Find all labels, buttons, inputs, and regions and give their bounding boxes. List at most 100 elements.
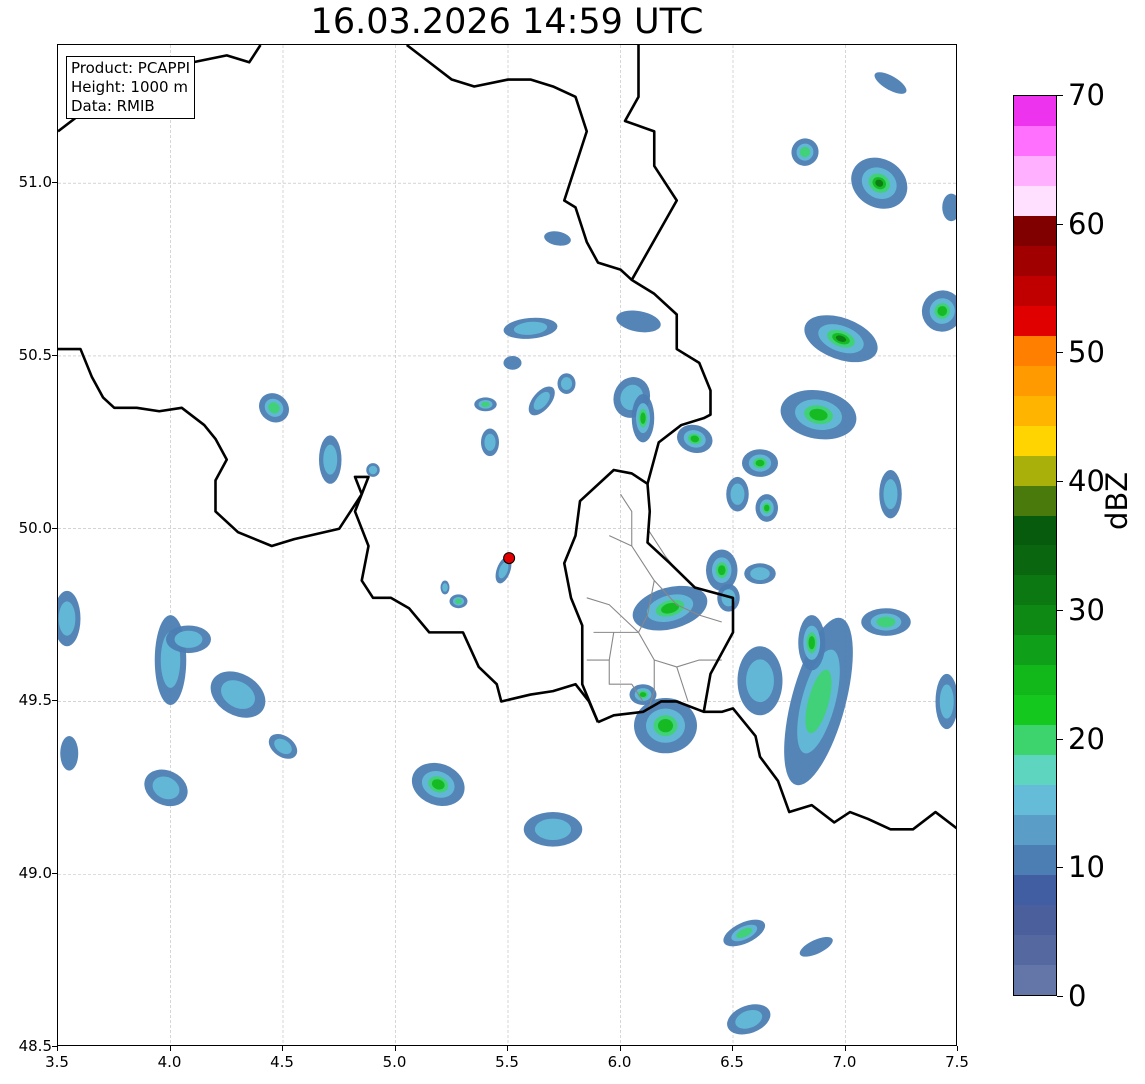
x-tick-mark-8	[957, 1046, 958, 1051]
canton-border-4	[586, 632, 615, 661]
colorbar-segment-10	[1014, 665, 1056, 696]
colorbar-segment-6	[1014, 785, 1056, 816]
echo-cell-1	[166, 625, 211, 654]
echo-cell-42	[921, 290, 956, 332]
colorbar-segment-3	[1014, 875, 1056, 906]
colorbar-tick-label-2: 20	[1068, 721, 1105, 756]
radar-site-marker	[503, 552, 516, 565]
colorbar-tick-mark-4	[1057, 481, 1063, 483]
echo-cell-28-level-1	[750, 567, 770, 581]
colorbar-tick-mark-6	[1057, 223, 1063, 225]
echo-cell-12-level-2	[481, 401, 490, 407]
colorbar-tick-mark-2	[1057, 738, 1063, 740]
echo-cell-2	[210, 671, 266, 718]
echo-cell-3	[268, 734, 298, 759]
echo-cell-41	[879, 469, 902, 519]
colorbar-tick-label-0: 0	[1068, 979, 1087, 1013]
echo-cell-27	[706, 549, 738, 591]
echo-cell-8-level-1	[323, 444, 338, 475]
echo-cell-41-level-1	[883, 479, 898, 510]
colorbar-tick-label-7: 70	[1068, 78, 1105, 112]
echo-cell-31-level-3	[639, 692, 647, 698]
echo-cell-11-level-2	[455, 598, 462, 604]
echo-cell-16	[528, 386, 555, 416]
echo-cell-32-level-1	[746, 659, 774, 703]
x-tick-mark-6	[732, 1046, 733, 1051]
echo-cell-21-level-3	[640, 412, 646, 424]
colorbar-tick-label-6: 60	[1068, 206, 1105, 241]
echo-cell-15	[503, 355, 522, 370]
echo-cell-30-level-3	[657, 719, 674, 733]
x-tick-mark-3	[394, 1046, 396, 1051]
echo-cell-36	[935, 673, 956, 730]
colorbar-unit-label: dBZ	[1100, 471, 1134, 530]
colorbar-tick-mark-5	[1057, 352, 1063, 354]
radar-map	[57, 44, 957, 1046]
y-tick-mark-0	[52, 1046, 57, 1047]
colorbar-tick-label-1: 10	[1068, 850, 1105, 885]
echo-cell-34	[798, 615, 826, 671]
echo-cell-49-level-1	[442, 583, 448, 592]
echo-cell-35-level-2	[876, 616, 896, 628]
colorbar-segment-22	[1014, 305, 1056, 336]
y-tick-mark-3	[52, 527, 57, 529]
colorbar-tick-mark-1	[1057, 867, 1063, 869]
x-tick-mark-0	[57, 1046, 58, 1051]
echo-cell-37	[780, 389, 857, 440]
colorbar-segment-2	[1014, 905, 1056, 936]
echo-cell-25	[755, 494, 778, 522]
country-border-0	[58, 347, 600, 723]
echo-cell-12	[474, 397, 497, 412]
echo-cell-19	[616, 310, 661, 333]
echo-cell-40	[791, 138, 819, 166]
x-tick-label-8: 7.5	[945, 1053, 969, 1071]
echo-cell-44	[874, 72, 907, 94]
echo-cell-1-level-1	[174, 630, 203, 648]
y-tick-label-2: 49.5	[18, 691, 52, 710]
colorbar-segment-27	[1014, 155, 1056, 186]
y-tick-label-1: 49.0	[18, 864, 52, 883]
echo-cell-21	[631, 393, 655, 443]
radar-map-canvas	[58, 45, 956, 1045]
echo-cell-5-level-1	[58, 601, 76, 636]
echo-cell-18	[544, 231, 571, 246]
data-source-label: Data: RMIB	[71, 97, 155, 115]
colorbar-segment-23	[1014, 275, 1056, 306]
echo-cell-45	[723, 919, 766, 947]
x-tick-label-3: 5.0	[382, 1053, 407, 1071]
y-tick-mark-5	[52, 182, 57, 184]
echo-cell-32	[737, 646, 783, 716]
echo-cell-19-level-0	[616, 310, 661, 333]
radar-site-dot	[503, 552, 516, 565]
echo-cell-17-level-1	[560, 377, 573, 391]
echo-cell-17	[557, 373, 576, 394]
x-tick-label-0: 3.5	[45, 1053, 69, 1071]
echo-cell-6-level-0	[60, 736, 79, 771]
colorbar-segment-24	[1014, 245, 1056, 276]
colorbar-tick-label-5: 50	[1068, 335, 1105, 370]
y-tick-label-4: 50.5	[18, 345, 52, 364]
echo-cell-23	[742, 449, 778, 477]
echo-cell-28	[744, 563, 776, 585]
canton-border-7	[676, 666, 689, 702]
product-label: Product: PCAPPI	[71, 59, 191, 77]
echo-cell-4	[144, 769, 188, 807]
canton-border-2	[620, 493, 633, 546]
colorbar-segment-13	[1014, 575, 1056, 606]
echo-cell-43	[942, 193, 956, 222]
colorbar-segment-29	[1014, 96, 1056, 126]
y-tick-label-3: 50.0	[18, 518, 52, 537]
colorbar-segment-14	[1014, 545, 1056, 576]
echo-cell-35	[861, 608, 911, 636]
colorbar-segment-20	[1014, 365, 1056, 396]
echo-cell-18-level-0	[544, 231, 571, 246]
y-tick-label-5: 51.0	[18, 173, 52, 192]
height-label: Height: 1000 m	[71, 78, 188, 96]
x-tick-mark-7	[844, 1046, 846, 1051]
canton-border-3	[638, 632, 722, 668]
echo-cell-50-level-1	[368, 465, 378, 475]
map-title: 16.03.2026 14:59 UTC	[310, 2, 704, 42]
colorbar-tick-mark-3	[1057, 609, 1063, 611]
echo-cell-14	[503, 317, 558, 339]
x-tick-label-1: 4.0	[157, 1053, 182, 1071]
